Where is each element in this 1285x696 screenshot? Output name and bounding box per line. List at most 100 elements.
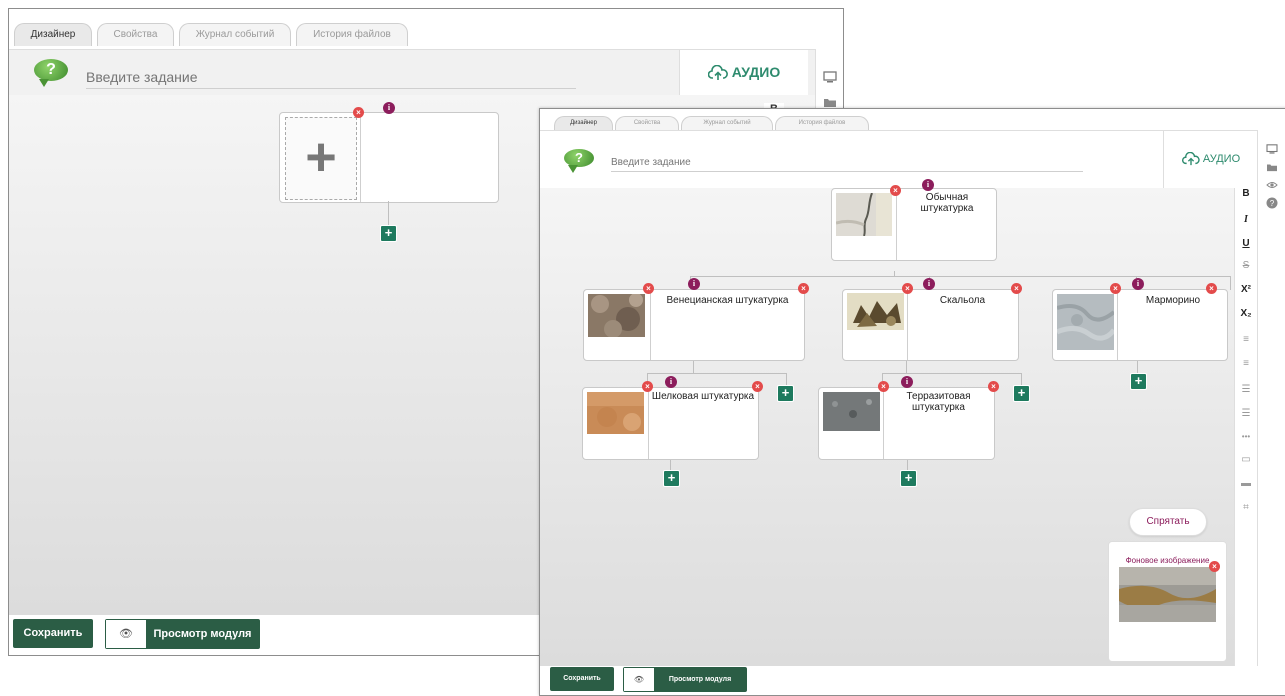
connector-line xyxy=(647,373,787,374)
info-icon[interactable]: i xyxy=(922,179,934,191)
tree-node-venetian[interactable]: Венецианская штукатурка xyxy=(583,289,805,361)
info-icon[interactable]: i xyxy=(901,376,913,388)
tab-event-log[interactable]: Журнал событий xyxy=(681,116,773,130)
task-input[interactable] xyxy=(86,66,576,89)
info-icon[interactable]: i xyxy=(1132,278,1144,290)
add-child-button[interactable]: + xyxy=(380,225,397,242)
add-child-button[interactable]: + xyxy=(663,470,680,487)
node-label[interactable]: Марморино xyxy=(1119,295,1227,307)
node-label[interactable]: Обычная штукатурка xyxy=(898,192,996,214)
tab-file-history[interactable]: История файлов xyxy=(296,23,408,46)
cloud-upload-icon xyxy=(707,64,728,81)
hide-button[interactable]: Спрятать xyxy=(1129,508,1207,536)
node-image-terrazite-plaster xyxy=(823,392,880,431)
connector-line xyxy=(693,359,694,373)
folder-icon[interactable] xyxy=(823,96,837,108)
empty-node[interactable]: + xyxy=(279,112,499,203)
format-italic-button[interactable]: I xyxy=(1235,214,1257,225)
monitor-icon[interactable] xyxy=(1265,144,1279,154)
folder-icon[interactable] xyxy=(1265,162,1279,172)
node-image-scagliola xyxy=(847,293,904,330)
monitor-icon[interactable] xyxy=(823,71,837,83)
add-child-button[interactable]: + xyxy=(1130,373,1147,390)
remove-node-icon[interactable]: × xyxy=(353,107,364,118)
save-button[interactable]: Сохранить xyxy=(13,619,93,648)
tree-node-scagliola[interactable]: Скальола xyxy=(842,289,1019,361)
info-icon[interactable]: i xyxy=(923,278,935,290)
info-icon[interactable]: i xyxy=(665,376,677,388)
node-divider xyxy=(896,189,897,260)
designer-window-front: Дизайнер Свойства Журнал событий История… xyxy=(539,108,1285,696)
remove-node-icon[interactable]: × xyxy=(798,283,809,294)
tree-node-silk[interactable]: Шелковая штукатурка xyxy=(582,387,759,460)
more-icon[interactable]: ••• xyxy=(1235,432,1257,441)
remove-node-icon[interactable]: × xyxy=(643,283,654,294)
node-label[interactable]: Скальола xyxy=(907,295,1018,307)
align-center-icon[interactable]: ≡ xyxy=(1235,358,1257,369)
remove-node-icon[interactable]: × xyxy=(752,381,763,392)
remove-node-icon[interactable]: × xyxy=(1206,283,1217,294)
tab-properties[interactable]: Свойства xyxy=(97,23,174,46)
cloud-upload-icon xyxy=(1181,151,1200,166)
remove-node-icon[interactable]: × xyxy=(902,283,913,294)
audio-upload-button[interactable]: АУДИО xyxy=(1163,131,1258,188)
preview-module-button[interactable]: 👁 Просмотр модуля xyxy=(105,619,260,649)
task-input[interactable] xyxy=(611,153,1083,172)
tab-file-history[interactable]: История файлов xyxy=(775,116,869,130)
save-button[interactable]: Сохранить xyxy=(550,667,614,691)
format-subscript-button[interactable]: X₂ xyxy=(1235,308,1257,319)
eye-icon[interactable] xyxy=(1265,180,1279,190)
node-label[interactable]: Терразитовая штукатурка xyxy=(883,391,994,413)
node-label[interactable]: Венецианская штукатурка xyxy=(651,295,804,307)
info-icon[interactable]: i xyxy=(383,102,395,114)
add-child-button[interactable]: + xyxy=(900,470,917,487)
bullet-list-icon[interactable]: ☰ xyxy=(1235,384,1257,395)
svg-text:?: ? xyxy=(1270,199,1275,208)
remove-node-icon[interactable]: × xyxy=(642,381,653,392)
remove-node-icon[interactable]: × xyxy=(878,381,889,392)
connector-line xyxy=(690,276,1231,277)
remove-node-icon[interactable]: × xyxy=(1110,283,1121,294)
format-superscript-button[interactable]: X² xyxy=(1235,284,1257,295)
crop-icon[interactable]: ⌗ xyxy=(1235,502,1257,513)
add-image-slot[interactable]: + xyxy=(285,117,357,200)
connector-line xyxy=(388,201,389,225)
connector-line xyxy=(906,359,907,373)
tree-node-terrazite[interactable]: Терразитовая штукатурка xyxy=(818,387,995,460)
align-left-icon[interactable]: ≡ xyxy=(1235,334,1257,345)
comment-icon[interactable]: ▭ xyxy=(1235,454,1257,465)
preview-module-button[interactable]: 👁 Просмотр модуля xyxy=(623,667,747,692)
tab-designer[interactable]: Дизайнер xyxy=(554,116,613,130)
node-label[interactable]: Шелковая штукатурка xyxy=(648,391,758,403)
background-image-preview[interactable] xyxy=(1119,567,1216,622)
eye-icon: 👁 xyxy=(624,668,654,691)
node-image-marmorino xyxy=(1057,294,1114,350)
image-icon[interactable]: ▬ xyxy=(1235,478,1257,489)
remove-node-icon[interactable]: × xyxy=(890,185,901,196)
add-sibling-button[interactable]: + xyxy=(777,385,794,402)
tab-designer[interactable]: Дизайнер xyxy=(14,23,92,46)
format-strikethrough-button[interactable]: S xyxy=(1235,260,1257,271)
add-sibling-button[interactable]: + xyxy=(1013,385,1030,402)
task-bar: ? АУДИО xyxy=(9,49,843,96)
right-rail: ? xyxy=(1257,130,1285,666)
numbered-list-icon[interactable]: ☰ xyxy=(1235,408,1257,419)
format-bold-button[interactable]: B xyxy=(1235,188,1257,199)
format-toolbar: B I U S X² X₂ ≡ ≡ ☰ ☰ ••• ▭ ▬ ⌗ xyxy=(1234,188,1257,666)
background-image-panel: Фоновое изображение × xyxy=(1108,541,1227,662)
tab-event-log[interactable]: Журнал событий xyxy=(179,23,291,46)
node-divider xyxy=(360,113,361,202)
format-underline-button[interactable]: U xyxy=(1235,238,1257,249)
eye-icon: 👁 xyxy=(106,620,146,648)
remove-node-icon[interactable]: × xyxy=(1011,283,1022,294)
tree-node-marmorino[interactable]: Марморино xyxy=(1052,289,1228,361)
help-icon[interactable]: ? xyxy=(1265,197,1279,209)
remove-node-icon[interactable]: × xyxy=(988,381,999,392)
node-divider xyxy=(1117,290,1118,360)
tree-node-root[interactable]: Обычная штукатурка xyxy=(831,188,997,261)
audio-upload-button[interactable]: АУДИО xyxy=(679,50,808,95)
info-icon[interactable]: i xyxy=(688,278,700,290)
help-bubble-icon[interactable]: ? xyxy=(34,59,68,81)
remove-background-icon[interactable]: × xyxy=(1209,561,1220,572)
tab-properties[interactable]: Свойства xyxy=(615,116,679,130)
